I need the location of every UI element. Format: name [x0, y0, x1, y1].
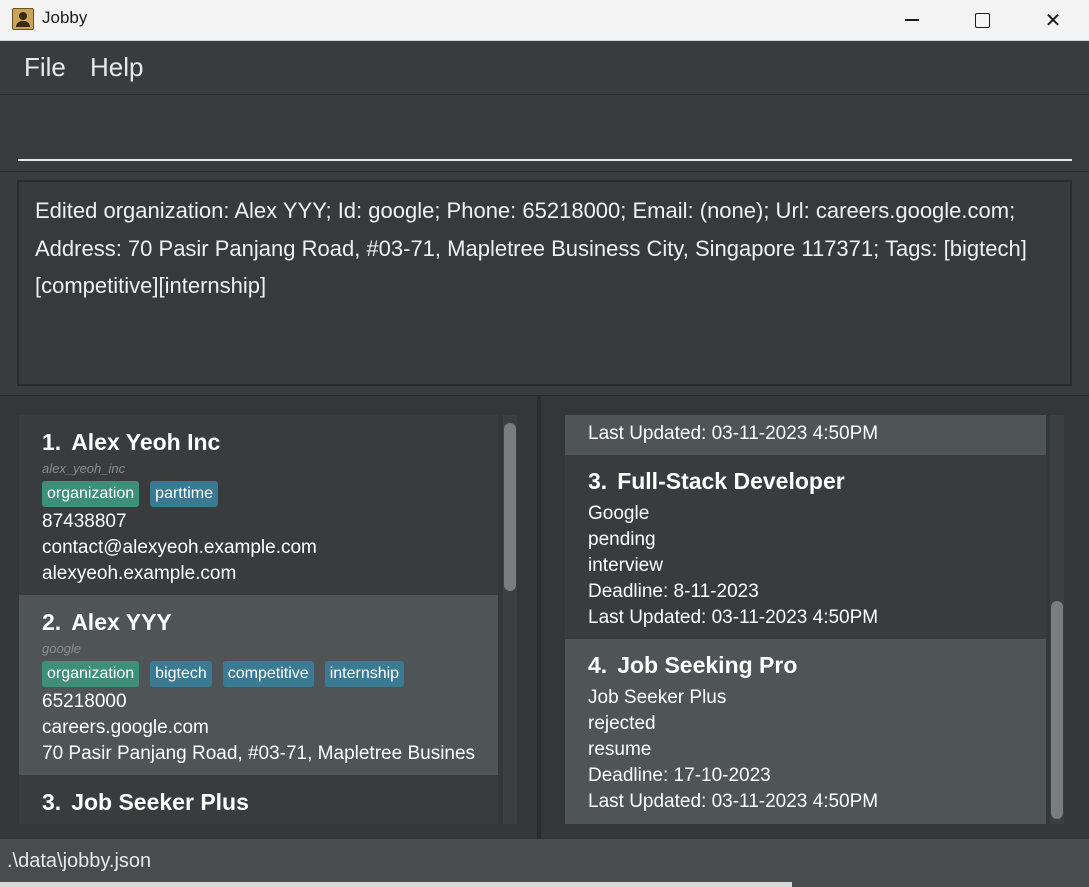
job-title: 4. Job Seeking Pro [588, 645, 1023, 685]
job-card[interactable]: 4. Job Seeking Pro Job Seeker Plus reject… [565, 639, 1046, 824]
maximize-icon [974, 12, 990, 28]
organization-index: 1. [42, 429, 62, 455]
organization-scrollbar[interactable] [503, 415, 517, 824]
job-status: pending [588, 529, 656, 550]
organization-url: careers.google.com [42, 717, 209, 738]
horizontal-scrollbar[interactable] [0, 882, 792, 887]
job-status: rejected [588, 713, 656, 734]
tag-organization: organization [42, 661, 140, 687]
organization-card[interactable]: 3. Job Seeker Plus [19, 775, 498, 824]
organization-title: 1. Alex Yeoh Inc [42, 425, 475, 459]
menu-file[interactable]: File [24, 52, 66, 83]
tag-organization: organization [42, 481, 140, 507]
organization-title: 3. Job Seeker Plus [42, 785, 475, 819]
lists-area: 1. Alex Yeoh Inc alex_yeoh_inc organizati… [0, 395, 1089, 840]
organization-name: Job Seeker Plus [71, 789, 249, 815]
organization-email: contact@alexyeoh.example.com [42, 537, 317, 558]
maximize-button[interactable] [947, 0, 1017, 40]
app-icon [12, 8, 34, 30]
status-bar: .\data\jobby.json [0, 839, 1089, 887]
tag-list: organization parttime [42, 479, 475, 509]
scrollbar-thumb[interactable] [1051, 601, 1063, 819]
tag-parttime: parttime [150, 481, 218, 507]
menu-bar: File Help [0, 41, 1089, 94]
window-titlebar: Jobby ✕ [0, 0, 1089, 41]
tag-list: organization bigtech competitive interns… [42, 659, 475, 689]
organization-id: google [42, 641, 82, 656]
window-title: Jobby [42, 8, 88, 27]
result-panel: Edited organization: Alex YYY; Id: googl… [0, 172, 1089, 394]
job-organization: Google [588, 503, 650, 524]
close-button[interactable]: ✕ [1018, 0, 1088, 40]
job-name: Job Seeking Pro [617, 652, 798, 678]
data-file-path: .\data\jobby.json [7, 850, 152, 872]
organization-name: Alex Yeoh Inc [71, 429, 221, 455]
organization-index: 3. [42, 789, 62, 815]
result-text: Edited organization: Alex YYY; Id: googl… [35, 198, 1027, 298]
organization-title: 2. Alex YYY [42, 605, 475, 639]
organization-phone: 87438807 [42, 511, 127, 532]
job-last-updated: Last Updated: 03-11-2023 4:50PM [588, 607, 879, 628]
job-last-updated: Last Updated: 03-11-2023 4:50PM [588, 423, 879, 444]
job-deadline: Deadline: 8-11-2023 [588, 581, 759, 602]
job-stage: resume [588, 739, 652, 760]
organization-name: Alex YYY [71, 609, 172, 635]
result-display: Edited organization: Alex YYY; Id: googl… [17, 180, 1072, 386]
job-stage: interview [588, 555, 663, 576]
job-card[interactable]: 3. Full-Stack Developer Google pending in… [565, 455, 1046, 639]
minimize-button[interactable] [877, 0, 947, 40]
job-list[interactable]: Last Updated: 03-11-2023 4:50PM 3. Full-S… [565, 415, 1046, 824]
organization-card[interactable]: 1. Alex Yeoh Inc alex_yeoh_inc organizati… [19, 415, 498, 595]
scrollbar-thumb[interactable] [504, 423, 516, 591]
job-title: 3. Full-Stack Developer [588, 461, 1023, 501]
job-organization: Job Seeker Plus [588, 687, 727, 708]
job-card-partial[interactable]: Last Updated: 03-11-2023 4:50PM [565, 415, 1046, 455]
job-deadline: Deadline: 17-10-2023 [588, 765, 771, 786]
organization-list[interactable]: 1. Alex Yeoh Inc alex_yeoh_inc organizati… [19, 415, 498, 824]
organization-phone: 65218000 [42, 691, 127, 712]
organization-id: alex_yeoh_inc [42, 461, 126, 476]
organization-index: 2. [42, 609, 62, 635]
tag-internship: internship [324, 661, 405, 687]
job-name: Full-Stack Developer [617, 468, 845, 494]
close-icon: ✕ [1044, 8, 1062, 32]
tag-competitive: competitive [222, 661, 314, 687]
job-last-updated: Last Updated: 03-11-2023 4:50PM [588, 791, 879, 812]
organization-address: 70 Pasir Panjang Road, #03-71, Mapletree… [42, 743, 475, 764]
panel-divider[interactable] [537, 396, 541, 840]
job-index: 3. [588, 468, 608, 494]
menu-help[interactable]: Help [90, 52, 143, 83]
job-index: 4. [588, 652, 608, 678]
organization-card-selected[interactable]: 2. Alex YYY google organization bigtech c… [19, 595, 498, 775]
tag-bigtech: bigtech [150, 661, 212, 687]
command-box [0, 94, 1089, 172]
minimize-icon [905, 19, 919, 21]
job-scrollbar[interactable] [1050, 415, 1064, 824]
organization-url: alexyeoh.example.com [42, 563, 237, 584]
command-input[interactable] [18, 109, 1072, 161]
